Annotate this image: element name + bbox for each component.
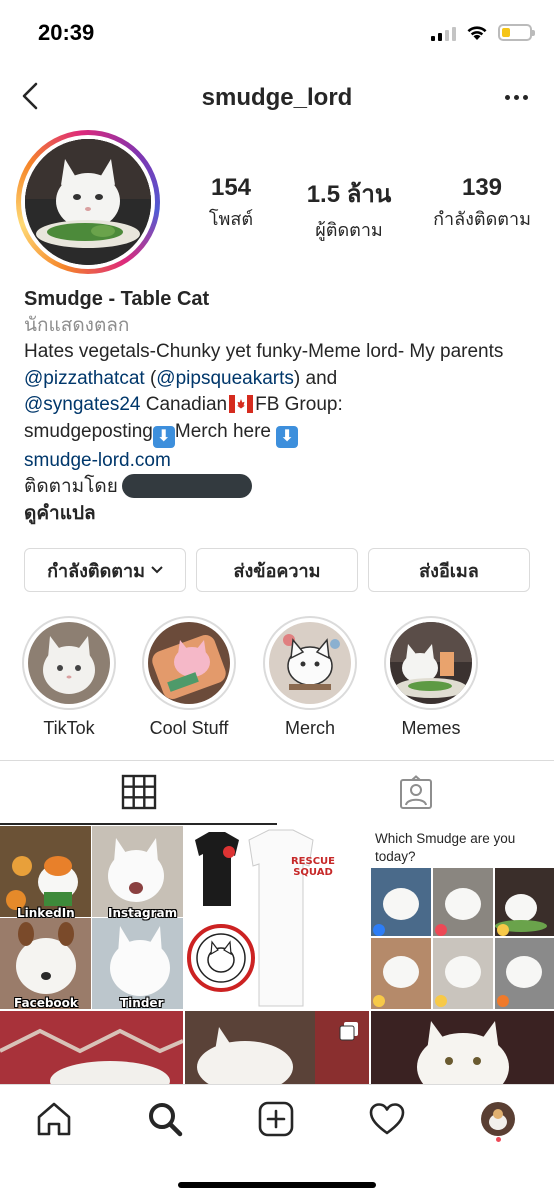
mention-link[interactable]: @syngates24 (24, 394, 140, 415)
grid-post[interactable] (185, 1011, 369, 1084)
bio-text: Hates vegetals-Chunky yet funky-Meme lor… (24, 339, 534, 448)
profile-actions: กำลังติดตาม ส่งข้อความ ส่งอีเมล (24, 548, 530, 592)
wifi-icon (467, 26, 487, 40)
down-arrow-icon: ⬇ (276, 425, 299, 448)
shirt-print-text: RESCUE SQUAD (290, 856, 336, 878)
profile-avatar-icon (481, 1102, 515, 1136)
status-bar: 20:39 (0, 0, 554, 66)
followers-count[interactable]: 1.5 ล้าน ผู้ติดตาม (294, 174, 404, 244)
posts-grid: LinkedIn Instagram Facebook Tinder RESCU… (0, 826, 554, 1084)
profile-avatar-story-ring[interactable] (16, 130, 160, 274)
post-title-text: Which Smudge are you today? (375, 831, 516, 864)
add-post-icon (258, 1101, 294, 1137)
search-icon (149, 1103, 183, 1137)
nav-search[interactable] (145, 1099, 185, 1139)
nav-profile[interactable] (478, 1099, 518, 1139)
grid-post[interactable]: RESCUE SQUAD (185, 826, 369, 1009)
profile-username-title: smudge_lord (201, 84, 353, 111)
avatar (25, 139, 151, 265)
profile-category: นักแสดงตลก (24, 314, 130, 336)
nav-home[interactable] (34, 1099, 74, 1139)
cellular-signal-icon (431, 25, 456, 41)
profile-header: smudge_lord (0, 66, 554, 128)
status-time: 20:39 (38, 20, 95, 45)
mention-link[interactable]: @pipsqueakarts (156, 368, 294, 389)
grid-icon (121, 774, 156, 810)
canada-flag-icon (229, 395, 254, 413)
see-translation-link[interactable]: ดูคำแปล (24, 501, 534, 528)
highlight-tiktok[interactable]: TikTok (14, 616, 124, 739)
redacted-followers (121, 474, 252, 498)
posts-count[interactable]: 154 โพสต์ (186, 174, 276, 244)
grid-post[interactable]: Which Smudge are you today? (371, 826, 554, 1009)
followed-by[interactable]: ติดตามโดย (24, 474, 534, 501)
tagged-person-icon (399, 775, 432, 809)
multiple-posts-icon (339, 1022, 358, 1041)
chevron-down-icon (151, 566, 163, 574)
more-horizontal-icon (504, 94, 510, 100)
profile-bio: Smudge - Table Cat นักแสดงตลก Hates vege… (24, 286, 534, 527)
highlight-memes[interactable]: Memes (376, 616, 486, 739)
home-indicator[interactable] (178, 1182, 376, 1188)
nav-activity[interactable] (367, 1099, 407, 1139)
tab-posts-grid[interactable] (0, 761, 277, 825)
profile-tabs (0, 760, 554, 826)
website-link[interactable]: smudge-lord.com (24, 448, 534, 475)
display-name: Smudge - Table Cat (24, 288, 210, 310)
email-button[interactable]: ส่งอีเมล (368, 548, 530, 592)
down-arrow-icon: ⬇ (152, 425, 175, 448)
following-count[interactable]: 139 กำลังติดตาม (422, 174, 542, 244)
tab-tagged[interactable] (277, 761, 554, 825)
profile-stats: 154 โพสต์ 1.5 ล้าน ผู้ติดตาม 139 กำลังติ… (186, 174, 542, 244)
grid-post[interactable]: LinkedIn Instagram Facebook Tinder (0, 826, 183, 1009)
grid-post[interactable] (0, 1011, 183, 1084)
more-options-button[interactable] (496, 82, 536, 112)
nav-new-post[interactable] (256, 1099, 296, 1139)
mention-link[interactable]: @pizzathatcat (24, 368, 145, 389)
status-icons (431, 24, 535, 41)
message-button[interactable]: ส่งข้อความ (196, 548, 358, 592)
highlight-cool-stuff[interactable]: Cool Stuff (134, 616, 244, 739)
heart-icon (369, 1103, 405, 1135)
home-icon (37, 1102, 71, 1136)
following-button[interactable]: กำลังติดตาม (24, 548, 186, 592)
grid-post[interactable] (371, 1011, 554, 1084)
notification-dot (496, 1137, 501, 1142)
battery-icon (498, 24, 535, 41)
highlight-merch[interactable]: Merch (255, 616, 365, 739)
